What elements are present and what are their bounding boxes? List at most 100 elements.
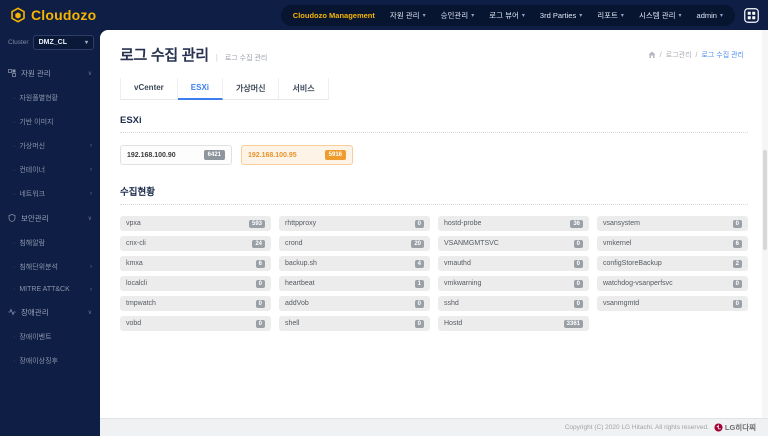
tab-가상머신[interactable]: 가상머신	[223, 78, 279, 99]
nav-brand[interactable]: Cloudozo Management	[293, 11, 375, 20]
log-source-card[interactable]: Hostd3361	[438, 316, 589, 331]
nav-item[interactable]: 리포트▾	[597, 10, 624, 21]
log-source-card[interactable]: sshd 0	[438, 296, 589, 311]
cluster-value: DMZ_CL	[39, 39, 67, 46]
tab-vcenter[interactable]: vCenter	[120, 78, 178, 99]
nav-item[interactable]: 로그 뷰어▾	[489, 10, 525, 21]
log-source-name: rhttpproxy	[285, 220, 316, 227]
log-source-card[interactable]: configStoreBackup 2	[597, 256, 748, 271]
nav-item[interactable]: 승인관리▾	[441, 10, 475, 21]
log-source-card[interactable]: crond20	[279, 236, 430, 251]
nav-item[interactable]: 시스템 관리▾	[639, 10, 682, 21]
log-source-name: vmauthd	[444, 260, 471, 267]
esxi-host-chip[interactable]: 192.168.100.955916	[241, 145, 353, 165]
log-source-name: sshd	[444, 300, 459, 307]
log-source-card[interactable]: kmxa6	[120, 256, 271, 271]
esxi-host-chips: 192.168.100.906421 192.168.100.955916	[120, 145, 748, 165]
log-source-card[interactable]: VSANMGMTSVC 0	[438, 236, 589, 251]
log-source-card[interactable]: vmauthd0	[438, 256, 589, 271]
sidebar-item[interactable]: ·가상머신›	[0, 134, 100, 158]
log-source-card[interactable]: hostd-probe36	[438, 216, 589, 231]
sidebar-section[interactable]: 자원 관리∨	[0, 61, 100, 86]
scrollbar-track[interactable]	[762, 30, 768, 418]
tab-esxi[interactable]: ESXi	[178, 78, 223, 100]
log-source-card[interactable]: vobd0	[120, 316, 271, 331]
log-source-card[interactable]: vsansystem 0	[597, 216, 748, 231]
log-source-card[interactable]: backup.sh4	[279, 256, 430, 271]
sidebar-item[interactable]: ·컨테이너›	[0, 158, 100, 182]
log-source-name: vpxa	[126, 220, 141, 227]
log-source-name: configStoreBackup	[603, 260, 662, 267]
log-source-card[interactable]: rhttpproxy 0	[279, 216, 430, 231]
tab-bar: vCenterESXi가상머신서비스	[120, 78, 329, 100]
log-source-card[interactable]: vpxa593	[120, 216, 271, 231]
cloudozo-logo-icon	[10, 7, 26, 23]
sidebar-section[interactable]: 보안관리∨	[0, 206, 100, 231]
host-ip: 192.168.100.90	[127, 152, 176, 159]
nav-item[interactable]: 자원 관리▾	[390, 10, 426, 21]
sidebar-item[interactable]: ·자원풀별현황	[0, 86, 100, 110]
log-source-name: vmkwarning	[444, 280, 481, 287]
page-title: 로그 수집 관리	[120, 44, 209, 65]
host-log-count-badge: 5916	[325, 150, 346, 160]
tab-서비스[interactable]: 서비스	[279, 78, 328, 99]
log-source-name: shell	[285, 320, 299, 327]
main-content: 로그 수집 관리 | 로그 수집 관리 / 로그관리 / 로그 수집 관리 vC…	[100, 30, 768, 418]
sidebar-item[interactable]: ·장애이벤트	[0, 325, 100, 349]
sidebar-item[interactable]: ·장애이상징후	[0, 349, 100, 373]
log-source-card[interactable]: vsanmgmtd 0	[597, 296, 748, 311]
log-count-badge: 0	[733, 280, 742, 288]
log-count-badge: 0	[574, 300, 583, 308]
log-source-card[interactable]: heartbeat1	[279, 276, 430, 291]
sidebar-item[interactable]: ·침해알람	[0, 231, 100, 255]
sidebar-item[interactable]: ·네트워크›	[0, 182, 100, 206]
log-source-card[interactable]: cnx-cli24	[120, 236, 271, 251]
log-source-card[interactable]: vmkwarning0	[438, 276, 589, 291]
app-logo[interactable]: Cloudozo	[10, 7, 96, 23]
chevron-right-icon: ›	[90, 143, 92, 149]
log-count-badge: 0	[574, 240, 583, 248]
chevron-right-icon: ›	[90, 264, 92, 270]
log-count-badge: 0	[415, 300, 424, 308]
scrollbar-thumb[interactable]	[763, 150, 767, 250]
home-icon[interactable]	[648, 51, 656, 59]
page-subtitle: 로그 수집 관리	[225, 53, 268, 63]
log-count-badge: 0	[733, 300, 742, 308]
log-count-badge: 2	[733, 260, 742, 268]
esxi-host-chip[interactable]: 192.168.100.906421	[120, 145, 232, 165]
sidebar-section[interactable]: 장애관리∨	[0, 300, 100, 325]
log-source-card[interactable]: addVob 0	[279, 296, 430, 311]
bullet-icon: ·	[13, 167, 15, 174]
log-source-name: addVob	[285, 300, 309, 307]
log-count-badge: 3361	[564, 320, 583, 328]
sidebar-menu: 자원 관리∨·자원풀별현황·기반 이미지·가상머신›·컨테이너›·네트워크›보안…	[0, 57, 100, 373]
log-source-card[interactable]: tmpwatch0	[120, 296, 271, 311]
sidebar-item[interactable]: ·MITRE ATT&CK›	[0, 279, 100, 300]
log-source-name: VSANMGMTSVC	[444, 240, 499, 247]
breadcrumb-sep: /	[696, 52, 698, 59]
sidebar-item[interactable]: ·침해단위분석›	[0, 255, 100, 279]
log-source-name: vsanmgmtd	[603, 300, 639, 307]
log-count-badge: 0	[733, 220, 742, 228]
chevron-right-icon: ›	[90, 167, 92, 173]
breadcrumb-parent[interactable]: 로그관리	[666, 50, 692, 60]
log-source-name: cnx-cli	[126, 240, 146, 247]
log-source-card[interactable]: watchdog-vsanperfsvc0	[597, 276, 748, 291]
log-source-card[interactable]: vmkernel6	[597, 236, 748, 251]
chevron-down-icon: ▾	[720, 12, 723, 19]
chevron-down-icon: ▾	[471, 12, 474, 19]
chevron-down-icon: ∨	[88, 215, 92, 222]
chevron-down-icon: ▾	[579, 12, 582, 19]
nav-item[interactable]: 3rd Parties▾	[540, 11, 582, 20]
apps-grid-button[interactable]	[743, 7, 760, 24]
sidebar-item[interactable]: ·기반 이미지	[0, 110, 100, 134]
log-source-card[interactable]: shell0	[279, 316, 430, 331]
log-count-badge: 20	[411, 240, 424, 248]
log-source-card[interactable]: localcli0	[120, 276, 271, 291]
nav-item[interactable]: admin▾	[697, 11, 723, 20]
log-source-name: vsansystem	[603, 220, 640, 227]
cluster-select[interactable]: DMZ_CL ▾	[33, 35, 94, 50]
log-count-badge: 4	[415, 260, 424, 268]
log-count-badge: 36	[570, 220, 583, 228]
log-count-badge: 0	[415, 220, 424, 228]
